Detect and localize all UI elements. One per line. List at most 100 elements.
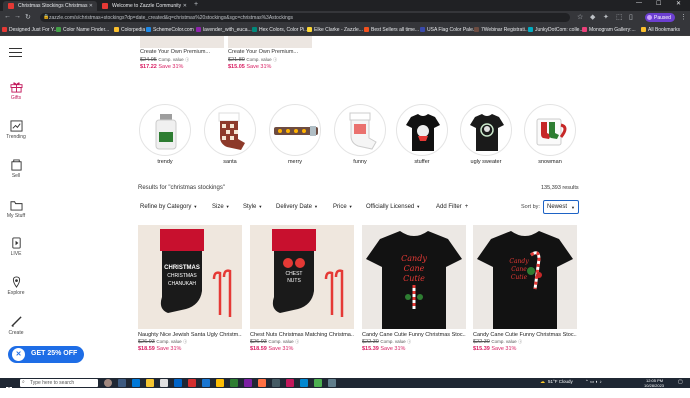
app-icon[interactable]: [300, 379, 308, 387]
reload-icon[interactable]: ↻: [25, 13, 31, 21]
app-icon[interactable]: [188, 379, 196, 387]
close-tab-icon[interactable]: ✕: [183, 3, 187, 9]
bookmark-item[interactable]: JunkyDotCom: colle...: [528, 27, 584, 33]
product-card[interactable]: CHRISTMAS CHRISTMAS CHANUKAH Naughty Nic…: [138, 225, 242, 352]
new-tab-icon[interactable]: +: [194, 1, 198, 8]
sidebar-item-my-stuff[interactable]: My Stuff: [0, 199, 32, 219]
extension-icon[interactable]: ◆: [590, 13, 595, 21]
extension-icon[interactable]: ✦: [603, 13, 609, 21]
forward-icon[interactable]: →: [14, 13, 21, 20]
file-explorer-icon[interactable]: [146, 379, 154, 387]
product-title[interactable]: Create Your Own Premium...: [140, 49, 224, 56]
sidebar-item-sell[interactable]: Sell: [0, 159, 32, 179]
taskbar-search-input[interactable]: ⌕ Type here to search: [20, 379, 98, 387]
product-image[interactable]: Candy Cane Cutie: [473, 225, 577, 329]
category-label[interactable]: santa: [204, 159, 256, 165]
filter-delivery-date[interactable]: Delivery Date ▼: [276, 204, 318, 210]
filter-price[interactable]: Price ▼: [333, 204, 353, 210]
menu-icon[interactable]: ⋮: [680, 13, 687, 21]
chrome-icon[interactable]: [216, 379, 224, 387]
category-circle-santa[interactable]: [204, 104, 256, 156]
sidebar-item-live[interactable]: LIVE: [0, 237, 32, 257]
app-icon[interactable]: [244, 379, 252, 387]
filter-size[interactable]: Size ▼: [212, 204, 230, 210]
minimize-icon[interactable]: —: [636, 0, 642, 6]
sidebar-item-trending[interactable]: Trending: [0, 120, 32, 140]
back-icon[interactable]: ←: [4, 13, 11, 20]
bookmark-item[interactable]: Best Sellers all time...: [364, 27, 419, 33]
category-label[interactable]: trendy: [139, 159, 191, 165]
sidebar-item-gifts[interactable]: Gifts: [0, 81, 32, 101]
maximize-icon[interactable]: ☐: [656, 0, 661, 7]
category-label[interactable]: ugly sweater: [460, 159, 512, 165]
bookmark-item[interactable]: Hex Colors, Color Pi...: [252, 27, 308, 33]
bookmark-item[interactable]: Elke Clarke - Zazzle...: [307, 27, 363, 33]
product-title[interactable]: Candy Cane Cutie Funny Christmas Stoc...: [362, 332, 466, 338]
hamburger-menu-icon[interactable]: [9, 48, 22, 57]
store-icon[interactable]: [160, 379, 168, 387]
excel-icon[interactable]: [230, 379, 238, 387]
star-icon[interactable]: ☆: [577, 13, 583, 21]
add-filter-button[interactable]: Add Filter +: [436, 204, 468, 210]
notification-icon[interactable]: ▢: [678, 379, 683, 385]
product-card[interactable]: Candy Cane Cutie Candy Cane Cutie Funny …: [362, 225, 466, 352]
product-image[interactable]: CHEST NUTS: [250, 225, 354, 329]
info-icon[interactable]: ⓘ: [273, 57, 277, 62]
product-card[interactable]: Create Your Own Premium... $24.95 Comp. …: [140, 36, 224, 71]
product-card[interactable]: CHEST NUTS Chest Nuts Christmas Matching…: [250, 225, 354, 352]
product-image[interactable]: [140, 36, 224, 48]
app-icon[interactable]: [314, 379, 322, 387]
product-card[interactable]: Create Your Own Premium... $21.80 Comp. …: [228, 36, 312, 71]
product-title[interactable]: Chest Nuts Christmas Matching Christma..…: [250, 332, 354, 338]
bookmark-item[interactable]: SchemeColor.com: [146, 27, 194, 33]
product-title[interactable]: Candy Cane Cutie Funny Christmas Stoc...: [473, 332, 577, 338]
promo-button[interactable]: ✕ GET 25% OFF: [8, 346, 84, 363]
product-title[interactable]: Naughty Nice Jewish Santa Ugly Christm..…: [138, 332, 242, 338]
word-icon[interactable]: [202, 379, 210, 387]
category-label[interactable]: stuffer: [396, 159, 448, 165]
sidebar-item-create[interactable]: Create: [0, 316, 32, 336]
category-circle-funny[interactable]: [334, 104, 386, 156]
tray-icons[interactable]: ⌃ ▭ ◐ ♪: [585, 379, 602, 385]
app-icon[interactable]: [286, 379, 294, 387]
app-icon[interactable]: [328, 379, 336, 387]
bookmark-item[interactable]: All Bookmarks: [641, 27, 680, 33]
app-icon[interactable]: [258, 379, 266, 387]
url-input[interactable]: 🔒 zazzle.com/s/christmas+stockings?dp=da…: [40, 13, 570, 22]
edge-icon[interactable]: [132, 379, 140, 387]
profile-paused-button[interactable]: Paused: [645, 13, 675, 22]
info-icon[interactable]: ⓘ: [183, 339, 187, 344]
filter-officially-licensed[interactable]: Officially Licensed ▼: [366, 204, 420, 210]
close-tab-icon[interactable]: ✕: [89, 3, 93, 9]
category-label[interactable]: funny: [334, 159, 386, 165]
filter-refine-by-category[interactable]: Refine by Category ▼: [140, 204, 197, 210]
bookmark-item[interactable]: USA Flag Color Pale...: [420, 27, 477, 33]
bookmark-item[interactable]: Monogram Gallery:...: [582, 27, 636, 33]
browser-tab[interactable]: Welcome to Zazzle Community ✕: [97, 1, 191, 11]
category-circle-stuffer[interactable]: [396, 104, 448, 156]
info-icon[interactable]: ⓘ: [407, 339, 411, 344]
product-image[interactable]: Candy Cane Cutie: [362, 225, 466, 329]
product-image[interactable]: [228, 36, 312, 48]
browser-tab-active[interactable]: Christmas Stockings Christmas ✕: [3, 1, 97, 11]
clock-date[interactable]: 10/28/2023: [644, 383, 664, 388]
bookmark-item[interactable]: Designed Just For Y...: [2, 27, 58, 33]
info-icon[interactable]: ⓘ: [518, 339, 522, 344]
close-window-icon[interactable]: ✕: [676, 0, 681, 7]
sidebar-toggle-icon[interactable]: ▯: [629, 13, 633, 21]
puzzle-icon[interactable]: ⬚: [616, 13, 623, 21]
mail-icon[interactable]: [174, 379, 182, 387]
category-circle-snowman[interactable]: [524, 104, 576, 156]
close-icon[interactable]: ✕: [12, 348, 25, 361]
category-circle-merry[interactable]: [269, 104, 321, 156]
product-card[interactable]: Candy Cane Cutie Candy Cane Cutie Funny …: [473, 225, 577, 352]
weather-text[interactable]: 51°F Cloudy: [548, 379, 573, 384]
category-label[interactable]: snowman: [524, 159, 576, 165]
bookmark-item[interactable]: 7Webinar Registrati...: [474, 27, 529, 33]
category-label[interactable]: merry: [269, 159, 321, 165]
windows-start-icon[interactable]: [6, 380, 12, 393]
category-circle-ugly-sweater[interactable]: [460, 104, 512, 156]
weather-icon[interactable]: ☁: [540, 379, 545, 385]
bookmark-item[interactable]: lavender_with_euca...: [196, 27, 252, 33]
info-icon[interactable]: ⓘ: [185, 57, 189, 62]
